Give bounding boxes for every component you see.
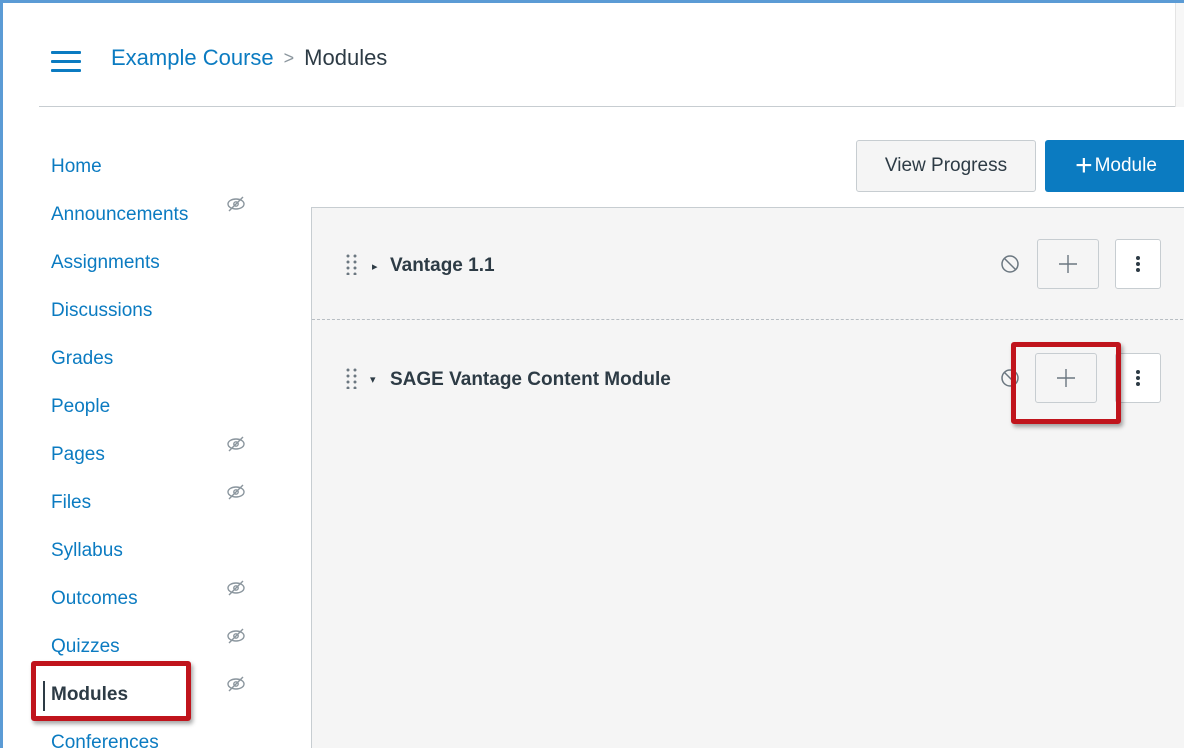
sidebar-item-discussions[interactable]: Discussions xyxy=(39,287,269,335)
eye-slash-icon xyxy=(227,628,245,644)
expanded-caret-icon[interactable]: ▾ xyxy=(370,373,376,386)
sidebar-item-label: Grades xyxy=(51,348,114,369)
plus-icon xyxy=(1059,255,1077,273)
highlight-box-modules-nav xyxy=(31,661,191,721)
module-options-button[interactable] xyxy=(1115,239,1161,289)
app-frame: Example Course > Modules Home Announceme… xyxy=(0,0,1184,748)
sidebar-item-label: Assignments xyxy=(51,252,160,273)
sidebar-item-label: Conferences xyxy=(51,732,159,748)
sidebar-item-announcements[interactable]: Announcements xyxy=(39,191,269,239)
add-item-button[interactable] xyxy=(1037,239,1099,289)
sidebar-item-label: Syllabus xyxy=(51,540,123,561)
view-progress-button[interactable]: View Progress xyxy=(856,140,1036,192)
hamburger-icon[interactable] xyxy=(51,51,81,73)
sidebar-item-label: Pages xyxy=(51,444,105,465)
sidebar-item-assignments[interactable]: Assignments xyxy=(39,239,269,287)
sidebar-item-outcomes[interactable]: Outcomes xyxy=(39,575,269,623)
eye-slash-icon xyxy=(227,436,245,452)
kebab-icon xyxy=(1136,370,1140,386)
sidebar-item-conferences[interactable]: Conferences xyxy=(39,719,269,748)
breadcrumb-course-link[interactable]: Example Course xyxy=(111,45,274,71)
breadcrumb: Example Course > Modules xyxy=(111,45,387,71)
sidebar-item-files[interactable]: Files xyxy=(39,479,269,527)
sidebar-item-pages[interactable]: Pages xyxy=(39,431,269,479)
sidebar-item-label: Discussions xyxy=(51,300,153,321)
sidebar-item-grades[interactable]: Grades xyxy=(39,335,269,383)
sidebar-item-label: People xyxy=(51,396,111,417)
course-nav: Home Announcements Assignments Discussio… xyxy=(39,143,269,748)
module-options-button[interactable] xyxy=(1115,353,1161,403)
add-module-label: Module xyxy=(1094,155,1157,176)
plus-icon: + xyxy=(1075,149,1093,182)
module-title[interactable]: Vantage 1.1 xyxy=(390,255,495,277)
eye-slash-icon xyxy=(227,580,245,596)
highlight-box-add-item xyxy=(1011,342,1121,424)
sidebar-item-label: Announcements xyxy=(51,204,189,225)
kebab-icon xyxy=(1136,256,1140,272)
sidebar-item-syllabus[interactable]: Syllabus xyxy=(39,527,269,575)
eye-slash-icon xyxy=(227,484,245,500)
sidebar-item-label: Home xyxy=(51,156,102,177)
drag-handle-icon[interactable] xyxy=(345,253,359,275)
ban-icon[interactable] xyxy=(999,253,1021,275)
header-edge xyxy=(1175,3,1184,107)
sidebar-item-home[interactable]: Home xyxy=(39,143,269,191)
module-title[interactable]: SAGE Vantage Content Module xyxy=(390,369,671,391)
sidebar-item-label: Quizzes xyxy=(51,636,120,657)
page-header: Example Course > Modules xyxy=(39,3,1184,107)
collapsed-caret-icon[interactable]: ▸ xyxy=(372,260,378,273)
breadcrumb-current: Modules xyxy=(304,45,388,70)
drag-handle-icon[interactable] xyxy=(345,367,359,389)
eye-slash-icon xyxy=(227,676,245,692)
eye-slash-icon xyxy=(227,196,245,212)
breadcrumb-separator: > xyxy=(283,47,295,68)
sidebar-item-label: Outcomes xyxy=(51,588,138,609)
sidebar-item-people[interactable]: People xyxy=(39,383,269,431)
sidebar-item-label: Files xyxy=(51,492,92,513)
add-module-button[interactable]: + Module xyxy=(1045,140,1184,192)
